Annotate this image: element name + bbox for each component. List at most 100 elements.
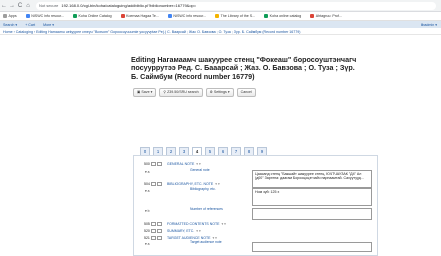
back-icon[interactable]: ←	[0, 0, 8, 12]
bookmark-item[interactable]: Koha online catalog	[264, 14, 301, 18]
cart-link[interactable]: + Cart	[25, 23, 35, 27]
tag-actions-icon[interactable]: ▾ ▾	[196, 162, 201, 166]
breadcrumb[interactable]: Home › Cataloging › Editing Hamaamu ueky…	[0, 29, 441, 35]
home-icon[interactable]: ⌂	[24, 0, 32, 12]
tag-actions-icon[interactable]: ▾ ▾	[212, 236, 217, 240]
bookmarks-bar: Apps NISWC info resour... Koha Online Cata…	[0, 12, 441, 21]
subfield-textarea[interactable]: Ном зүй: 125 х	[252, 188, 372, 206]
bookmark-item[interactable]: The Library of the S...	[215, 14, 255, 18]
tab-2[interactable]: 2	[166, 147, 176, 155]
page-title: Editing Нагамаамч шакуурее стенц "Фокеаш…	[131, 55, 357, 81]
bookmark-item[interactable]: Koemaa Hagaa Te...	[120, 14, 159, 18]
security-indicator[interactable]: Not secure	[39, 3, 58, 8]
tag-actions-icon[interactable]: ▾ ▾	[221, 222, 226, 226]
marc-tag-row: 500 GENERAL NOTE ▾ ▾	[144, 161, 201, 166]
bookmark-icon	[72, 14, 77, 18]
tab-8[interactable]: 8	[244, 147, 254, 155]
subfield-textarea[interactable]: Цаасанд стенц "Бакшайт шакуурее стенц. Ю…	[252, 170, 372, 188]
bookmark-item[interactable]: Apps	[3, 14, 17, 18]
indicator-input[interactable]	[151, 181, 156, 186]
tag-number: 500	[144, 161, 150, 166]
subfield-code[interactable]: ▾ a	[145, 189, 149, 193]
marc-tag-row: 504 BIBLIOGRAPHY, ETC. NOTE ▾ ▾	[144, 181, 220, 186]
bookmark-label: The Library of the S...	[220, 14, 256, 18]
tab-6[interactable]: 6	[218, 147, 228, 155]
tab-5[interactable]: 5	[205, 147, 215, 155]
editor-toolbar: ▣ Save ▾ ⚲ Z39.50/SRU search ⚙ Settings ▾ Cancel	[133, 88, 256, 97]
subfield-label: General note	[190, 168, 210, 172]
button-label: Settings	[213, 90, 227, 94]
floppy-disk-icon: ▣	[137, 90, 141, 94]
tag-name-link[interactable]: BIBLIOGRAPHY, ETC. NOTE	[167, 182, 213, 186]
bookmark-icon	[215, 14, 220, 18]
forward-icon[interactable]: →	[8, 0, 16, 12]
subfield-label: Target audience note	[190, 240, 222, 244]
bookmark-icon	[167, 14, 172, 18]
gear-icon: ⚙	[209, 90, 213, 94]
chevron-down-icon: ▾	[150, 90, 153, 94]
bookmark-item[interactable]: Koha Online Catalog	[72, 14, 112, 18]
indicator-input[interactable]	[157, 235, 162, 240]
settings-button[interactable]: ⚙ Settings ▾	[205, 88, 234, 97]
indicator-input[interactable]	[151, 235, 156, 240]
subfield-code[interactable]: ▾ b	[145, 209, 149, 213]
z3950-search-button[interactable]: ⚲ Z39.50/SRU search	[159, 88, 203, 97]
browser-toolbar: ← → C ⌂ Not secure 192.168.0.0/cgi-bin/k…	[0, 0, 441, 12]
save-button[interactable]: ▣ Save ▾	[133, 88, 157, 97]
tag-name-link[interactable]: SUMMARY, ETC.	[167, 229, 194, 233]
search-menu[interactable]: Search ▾	[3, 23, 17, 27]
button-label: Save	[141, 90, 150, 94]
search-icon: ⚲	[163, 90, 167, 94]
subfield-code[interactable]: ▾ a	[145, 170, 149, 174]
address-bar[interactable]: Not secure 192.168.0.0/cgi-bin/koha/cata…	[36, 1, 436, 10]
tag-name-link[interactable]: FORMATTED CONTENTS NOTE	[167, 222, 219, 226]
tag-name-link[interactable]: TARGET AUDIENCE NOTE	[167, 236, 210, 240]
bookmark-item[interactable]: Ahtagruu: Prof...	[310, 14, 342, 18]
koha-top-nav: Search ▾ + Cart More ▾ libadmin ▾	[0, 21, 441, 28]
marc-editor-panel: 500 GENERAL NOTE ▾ ▾ ▾ a General note Цаасанд…	[133, 155, 378, 256]
tab-3[interactable]: 3	[179, 147, 189, 155]
bookmark-label: Koha Online Catalog	[78, 14, 112, 18]
tag-actions-icon[interactable]: ▾ ▾	[215, 182, 220, 186]
tab-7[interactable]: 7	[231, 147, 241, 155]
cancel-button[interactable]: Cancel	[236, 88, 256, 97]
bookmark-icon	[25, 14, 30, 18]
apps-grid-icon	[3, 14, 7, 18]
indicator-input[interactable]	[157, 181, 162, 186]
marc-tag-row: 505 FORMATTED CONTENTS NOTE ▾ ▾	[144, 221, 226, 226]
subfield-textarea[interactable]	[252, 208, 372, 220]
tab-1[interactable]: 1	[153, 147, 163, 155]
subfield-textarea[interactable]	[252, 242, 372, 252]
indicator-input[interactable]	[151, 221, 156, 226]
bookmark-item[interactable]: NISWC info resour...	[25, 14, 64, 18]
subfield-code[interactable]: ▾ a	[145, 242, 149, 246]
button-label: Z39.50/SRU search	[167, 90, 199, 94]
indicator-input[interactable]	[157, 228, 162, 233]
indicator-input[interactable]	[157, 221, 162, 226]
indicator-input[interactable]	[151, 161, 156, 166]
tab-0[interactable]: 0	[140, 147, 150, 155]
bookmark-icon	[310, 14, 315, 18]
bookmark-label: Koemaa Hagaa Te...	[126, 14, 159, 18]
tag-name-link[interactable]: GENERAL NOTE	[167, 162, 194, 166]
tag-actions-icon[interactable]: ▾ ▾	[196, 229, 201, 233]
tab-9[interactable]: 9	[257, 147, 267, 155]
tag-number: 504	[144, 181, 150, 186]
marc-tag-row: 520 SUMMARY, ETC. ▾ ▾	[144, 228, 201, 233]
reload-icon[interactable]: C	[16, 0, 24, 12]
user-menu[interactable]: libadmin ▾	[421, 23, 437, 27]
indicator-input[interactable]	[157, 161, 162, 166]
bookmark-label: Koha online catalog	[269, 14, 302, 18]
tab-4[interactable]: 4	[192, 147, 202, 155]
url-text[interactable]: 192.168.0.0/cgi-bin/koha/cataloguing/add…	[61, 3, 196, 8]
more-menu[interactable]: More ▾	[43, 23, 54, 27]
subfield-label: Bibliography, etc.	[190, 187, 216, 191]
button-label: Cancel	[240, 90, 252, 94]
tag-number: 520	[144, 228, 150, 233]
tag-number: 505	[144, 221, 150, 226]
tag-number: 521	[144, 235, 150, 240]
bookmark-item[interactable]: NISWC info resour...	[167, 14, 207, 18]
bookmark-label: NISWC info resour...	[173, 14, 207, 18]
bookmark-icon	[264, 14, 269, 18]
indicator-input[interactable]	[151, 228, 156, 233]
